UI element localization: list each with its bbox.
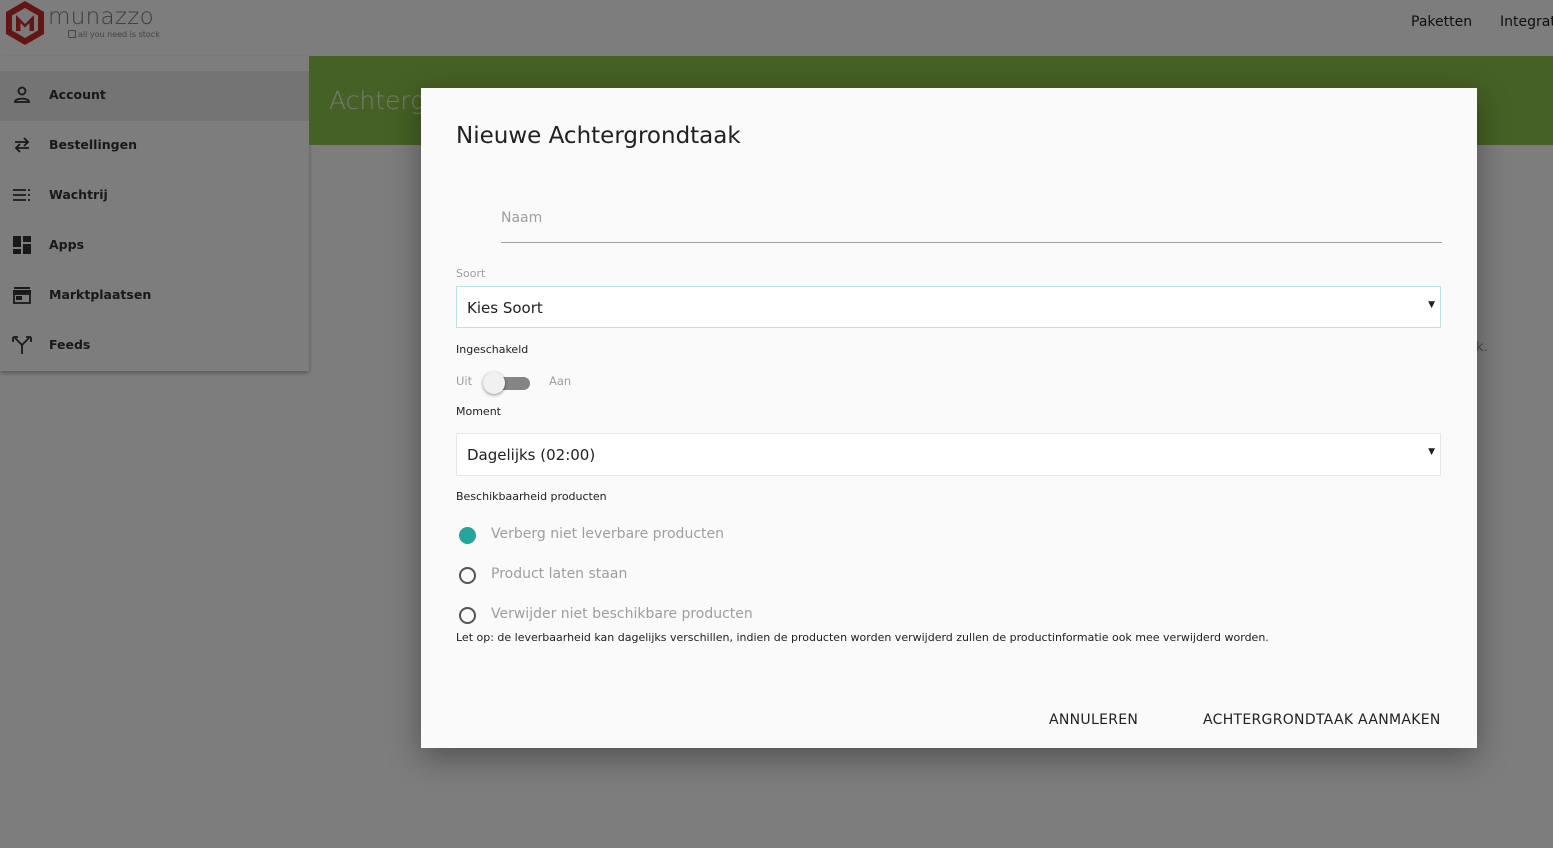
moment-select[interactable]: Dagelijks (02:00) ▼ xyxy=(456,433,1441,476)
radio-verwijder[interactable]: Verwijder niet beschikbare producten xyxy=(459,604,859,628)
availability-warning-note: Let op: de leverbaarheid kan dagelijks v… xyxy=(456,631,1269,644)
cancel-button[interactable]: ANNULEREN xyxy=(1049,712,1138,728)
toggle-knob[interactable] xyxy=(483,372,505,394)
switch-on-label: Aan xyxy=(549,374,572,388)
ingeschakeld-label: Ingeschakeld xyxy=(456,343,529,356)
soort-label: Soort xyxy=(456,267,486,280)
radio-unchecked-icon[interactable] xyxy=(459,567,476,584)
soort-selected-value: Kies Soort xyxy=(467,299,543,317)
naam-field xyxy=(501,198,1442,243)
dropdown-arrow-icon: ▼ xyxy=(1428,300,1435,310)
create-task-button[interactable]: ACHTERGRONDTAAK AANMAKEN xyxy=(1203,712,1441,728)
switch-off-label: Uit xyxy=(456,374,473,388)
radio-checked-icon[interactable] xyxy=(459,527,476,544)
radio-unchecked-icon[interactable] xyxy=(459,607,476,624)
moment-selected-value: Dagelijks (02:00) xyxy=(467,446,596,464)
dialog-title: Nieuwe Achtergrondtaak xyxy=(456,123,741,149)
ingeschakeld-switch-row: Uit Aan xyxy=(456,371,656,394)
moment-label: Moment xyxy=(456,405,501,418)
radio-label: Product laten staan xyxy=(491,566,628,582)
radio-label: Verberg niet leverbare producten xyxy=(491,526,724,542)
radio-label: Verwijder niet beschikbare producten xyxy=(491,606,753,622)
naam-input[interactable] xyxy=(501,198,1442,238)
radio-laten-staan[interactable]: Product laten staan xyxy=(459,564,859,588)
beschikbaarheid-label: Beschikbaarheid producten xyxy=(456,490,607,503)
dropdown-arrow-icon: ▼ xyxy=(1428,447,1435,457)
soort-select[interactable]: Kies Soort ▼ xyxy=(456,286,1441,328)
radio-verberg[interactable]: Verberg niet leverbare producten xyxy=(459,524,859,548)
new-background-task-dialog: Nieuwe Achtergrondtaak Soort Kies Soort … xyxy=(421,88,1477,748)
